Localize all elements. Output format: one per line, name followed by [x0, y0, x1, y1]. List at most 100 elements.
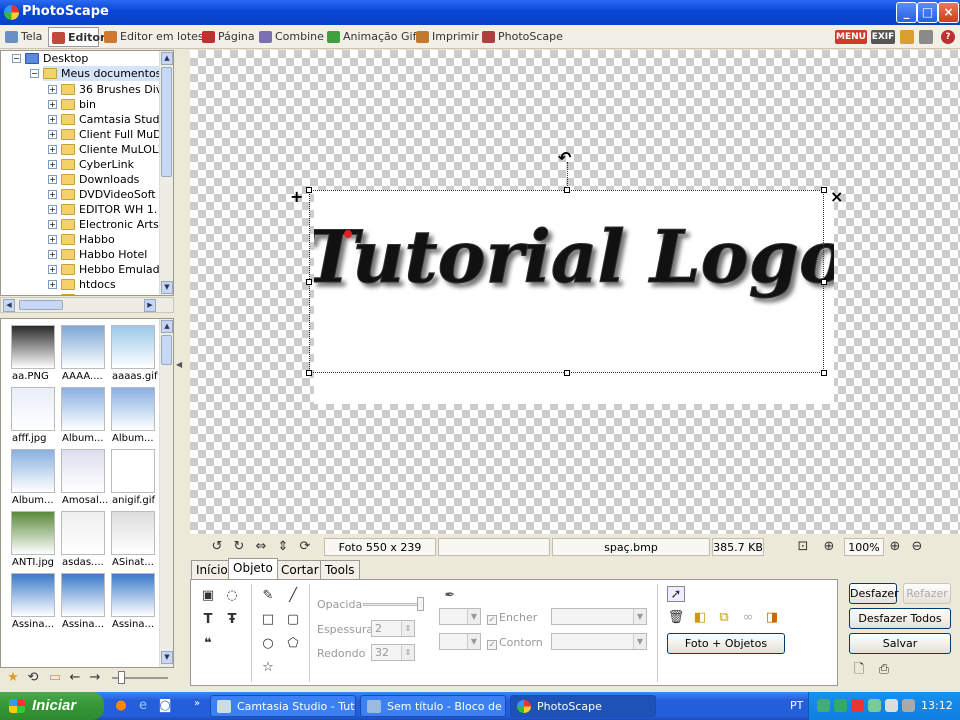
- zoom-actual-icon[interactable]: ⊕: [820, 539, 838, 555]
- resize-handle-nw[interactable]: [306, 187, 312, 193]
- quick-launch-icon[interactable]: ◙: [156, 698, 174, 714]
- tab-editor-em-lotes[interactable]: Editor em lotes: [101, 27, 204, 47]
- editor-canvas[interactable]: Tutorial Logo ↶ + ×: [190, 50, 960, 534]
- opacity-slider[interactable]: [363, 603, 421, 606]
- scroll-right-icon[interactable]: ▶: [144, 299, 156, 312]
- language-indicator[interactable]: PT: [790, 699, 803, 712]
- resize-handle-se[interactable]: [821, 370, 827, 376]
- folder-icon[interactable]: ▭: [46, 670, 64, 686]
- photo-objects-button[interactable]: Foto + Objetos: [667, 633, 785, 654]
- resize-handle-s[interactable]: [564, 370, 570, 376]
- tray-icon[interactable]: [851, 699, 864, 712]
- eyedropper-icon[interactable]: ✒: [441, 588, 459, 604]
- zoom-in-icon[interactable]: ⊕: [886, 539, 904, 555]
- tree-item-desktop[interactable]: Desktop: [25, 51, 88, 66]
- scroll-up-icon[interactable]: ▲: [161, 52, 173, 65]
- tree-item-folder[interactable]: bin: [61, 97, 96, 112]
- expand-folder-toggle[interactable]: +: [48, 145, 57, 154]
- tree-item-folder[interactable]: 36 Brushes Dive: [61, 82, 169, 97]
- resize-handle-sw[interactable]: [306, 370, 312, 376]
- text-style-icon[interactable]: Ŧ: [223, 612, 241, 628]
- network-icon[interactable]: [834, 699, 847, 712]
- fill-color-select[interactable]: ▼: [439, 608, 481, 625]
- thumbnail-image[interactable]: [111, 511, 155, 555]
- group-icon[interactable]: ∞: [739, 610, 757, 626]
- tree-item-folder[interactable]: Client Full MuDe: [61, 127, 168, 142]
- speech-balloon-icon[interactable]: ◌: [223, 588, 241, 604]
- thumbnail-image[interactable]: [11, 511, 55, 555]
- rectangle-icon[interactable]: □: [259, 612, 277, 628]
- tab-animacao-gif[interactable]: Animação Gif: [324, 27, 416, 47]
- fill-checkbox[interactable]: ✓ Encher: [487, 611, 537, 625]
- tree-item-folder[interactable]: Habbo Hotel: [61, 247, 147, 262]
- thumbnail-image[interactable]: [61, 449, 105, 493]
- expand-folder-toggle[interactable]: +: [48, 205, 57, 214]
- scroll-down-icon[interactable]: ▼: [161, 281, 173, 294]
- tree-item-folder[interactable]: htdocs: [61, 277, 116, 292]
- pentagon-icon[interactable]: ⬠: [284, 636, 302, 652]
- tab-inicio[interactable]: Início: [191, 560, 233, 579]
- save-button[interactable]: Salvar: [849, 633, 951, 654]
- star-shape-icon[interactable]: ☆: [259, 660, 277, 676]
- menu-button[interactable]: MENU: [835, 30, 867, 44]
- collapse-desktop-toggle[interactable]: −: [12, 54, 21, 63]
- thumbnail-image[interactable]: [111, 325, 155, 369]
- tree-item-folder[interactable]: Downloads: [61, 172, 139, 187]
- minimize-button[interactable]: _: [896, 2, 917, 23]
- tab-cortar[interactable]: Cortar: [276, 560, 324, 579]
- scroll-left-icon[interactable]: ◀: [3, 299, 15, 312]
- photo-object-icon[interactable]: ▣: [199, 588, 217, 604]
- internet-explorer-icon[interactable]: e: [134, 698, 152, 714]
- pointer-select-icon[interactable]: ➚: [667, 586, 685, 602]
- window-mode-icon[interactable]: [919, 30, 933, 44]
- flip-horizontal-icon[interactable]: ⇔: [252, 539, 270, 555]
- tree-hscroll-thumb[interactable]: [19, 300, 63, 310]
- tree-vertical-scrollbar[interactable]: ▲ ▼: [159, 51, 173, 295]
- rotate-right-icon[interactable]: ↻: [230, 539, 248, 555]
- expand-folder-toggle[interactable]: +: [48, 130, 57, 139]
- quote-icon[interactable]: ❝: [199, 636, 217, 652]
- taskbar-item-notepad[interactable]: Sem título - Bloco de ...: [360, 695, 506, 717]
- zoom-out-icon[interactable]: ⊖: [908, 539, 926, 555]
- thumbnail-image[interactable]: [111, 449, 155, 493]
- taskbar-item-photoscape[interactable]: PhotoScape: [510, 695, 656, 717]
- tab-tools[interactable]: Tools: [320, 560, 360, 579]
- expand-folder-toggle[interactable]: +: [48, 250, 57, 259]
- collapse-sidebar-arrow-icon[interactable]: ◀: [176, 360, 184, 380]
- rotate-left-icon[interactable]: ↺: [208, 539, 226, 555]
- tab-imprimir[interactable]: Imprimir: [413, 27, 479, 47]
- resize-handle-ne[interactable]: [821, 187, 827, 193]
- thumb-scroll-thumb[interactable]: [161, 335, 172, 365]
- tree-horizontal-scrollbar[interactable]: ◀ ▶: [0, 297, 174, 313]
- tab-tela[interactable]: Tela: [2, 27, 42, 47]
- expand-folder-toggle[interactable]: +: [48, 190, 57, 199]
- expand-folder-toggle[interactable]: +: [48, 295, 57, 296]
- folder-icon[interactable]: [900, 30, 914, 44]
- bring-front-icon[interactable]: ◧: [691, 610, 709, 626]
- thumbnail-image[interactable]: [111, 387, 155, 431]
- outline-checkbox[interactable]: ✓ Contorn: [487, 636, 543, 650]
- start-button[interactable]: Iniciar: [0, 692, 104, 720]
- redo-button[interactable]: Refazer: [903, 583, 951, 604]
- trash-icon[interactable]: 🗑: [667, 610, 685, 626]
- expand-folder-toggle[interactable]: +: [48, 115, 57, 124]
- opacity-slider-handle[interactable]: [417, 597, 424, 611]
- tab-pagina[interactable]: Página: [199, 27, 255, 47]
- thumbnail-image[interactable]: [11, 449, 55, 493]
- thumbnail-image[interactable]: [61, 573, 105, 617]
- chevron-down-icon[interactable]: ▼: [467, 634, 480, 649]
- expand-folder-toggle[interactable]: +: [48, 280, 57, 289]
- expand-folder-toggle[interactable]: +: [48, 160, 57, 169]
- tree-item-folder[interactable]: DVDVideoSoft: [61, 187, 156, 202]
- collapse-docs-toggle[interactable]: −: [30, 69, 39, 78]
- firefox-icon[interactable]: ●: [112, 698, 130, 714]
- tree-item-folder[interactable]: Camtasia Studio: [61, 112, 169, 127]
- tab-editor[interactable]: Editor: [48, 27, 105, 47]
- scroll-up-icon[interactable]: ▲: [161, 320, 173, 333]
- tray-icon[interactable]: [817, 699, 830, 712]
- move-plus-icon[interactable]: +: [290, 187, 303, 206]
- circle-icon[interactable]: ○: [259, 636, 277, 652]
- thumbnail-image[interactable]: [11, 387, 55, 431]
- printer-icon[interactable]: ⎙: [875, 662, 893, 678]
- expand-folder-toggle[interactable]: +: [48, 175, 57, 184]
